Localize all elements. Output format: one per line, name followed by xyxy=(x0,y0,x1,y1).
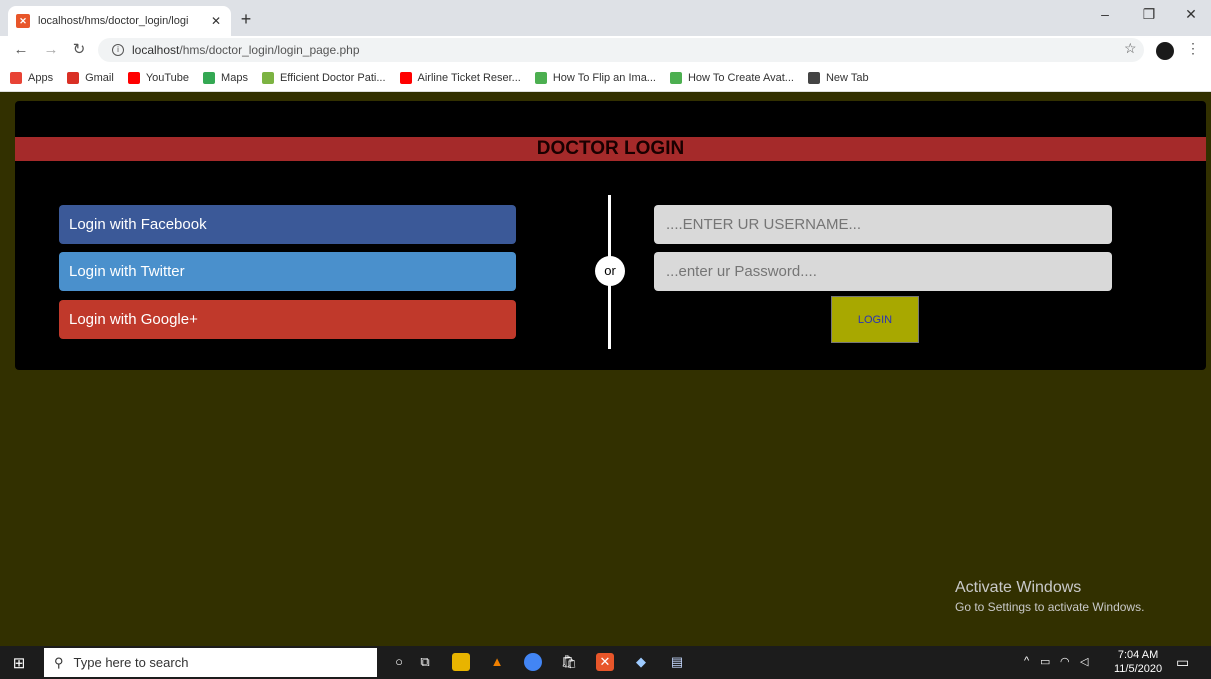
windows-taskbar: ⊞ ⚲ Type here to search ○ ⧉ ▲ 🛍 ✕ ◆ ▤ ^ … xyxy=(0,646,1211,679)
minimize-icon[interactable]: – xyxy=(1090,6,1120,22)
facebook-login-button[interactable]: Login with Facebook xyxy=(59,205,516,244)
clock-time: 7:04 AM xyxy=(1117,649,1159,661)
page-title: DOCTOR LOGIN xyxy=(15,137,1206,161)
taskbar-clock[interactable]: 7:04 AM 11/5/2020 xyxy=(1114,648,1162,676)
wifi-icon[interactable]: ◠ xyxy=(1060,655,1070,668)
maps-icon xyxy=(203,71,216,84)
restore-icon[interactable]: ❐ xyxy=(1134,6,1164,23)
bookmark-label: Airline Ticket Reser... xyxy=(417,71,521,84)
search-icon: ⚲ xyxy=(54,654,64,670)
profile-avatar[interactable] xyxy=(1156,42,1174,60)
bookmark-label: How To Flip an Ima... xyxy=(552,71,656,84)
bookmark-item[interactable]: How To Flip an Ima... xyxy=(534,71,656,84)
leaf-icon xyxy=(261,71,274,84)
xampp-icon[interactable]: ✕ xyxy=(596,653,614,671)
task-view-icon[interactable]: ⧉ xyxy=(416,653,434,671)
bookmark-label: YouTube xyxy=(145,71,190,84)
tab-title: localhost/hms/doctor_login/logi xyxy=(38,15,189,27)
reload-icon[interactable]: ↻ xyxy=(70,40,88,60)
windows-start-icon[interactable]: ⊞ xyxy=(10,654,28,672)
browser-tab[interactable]: ✕ localhost/hms/doctor_login/logi ✕ xyxy=(8,6,231,36)
login-panel: DOCTOR LOGIN Login with Facebook Login w… xyxy=(15,101,1206,370)
username-input[interactable] xyxy=(654,205,1112,244)
bookmark-item[interactable]: Airline Ticket Reser... xyxy=(399,71,521,84)
battery-icon[interactable]: ▭ xyxy=(1040,655,1050,668)
volume-icon[interactable]: ◁ xyxy=(1080,655,1088,668)
browser-toolbar: ← → ↻ i localhost/hms/doctor_login/login… xyxy=(0,36,1211,64)
site-icon xyxy=(534,71,547,84)
search-placeholder: Type here to search xyxy=(73,655,189,670)
gmail-icon xyxy=(67,71,80,84)
notepad-icon[interactable]: ▤ xyxy=(668,653,686,671)
xampp-favicon-icon: ✕ xyxy=(16,14,30,28)
url-text: localhost/hms/doctor_login/login_page.ph… xyxy=(132,43,360,57)
close-window-icon[interactable]: ✕ xyxy=(1176,6,1206,23)
bookmark-item[interactable]: Gmail xyxy=(67,71,114,84)
bookmark-label: How To Create Avat... xyxy=(687,71,794,84)
vlc-icon[interactable]: ▲ xyxy=(488,653,506,671)
tab-strip: ✕ localhost/hms/doctor_login/logi ✕ + – … xyxy=(0,0,1211,36)
or-separator: or xyxy=(595,256,625,286)
bookmark-item[interactable]: YouTube xyxy=(127,71,190,84)
youtube-icon xyxy=(399,71,412,84)
bookmark-item[interactable]: Efficient Doctor Pati... xyxy=(261,71,386,84)
chrome-icon[interactable] xyxy=(524,653,542,671)
info-icon[interactable]: i xyxy=(112,44,124,56)
password-input[interactable] xyxy=(654,252,1112,291)
close-tab-icon[interactable]: ✕ xyxy=(209,14,223,28)
bookmark-label: Apps xyxy=(28,71,54,84)
bookmark-item[interactable]: New Tab xyxy=(807,71,869,84)
bookmark-label: Gmail xyxy=(85,71,114,84)
bookmark-item[interactable]: How To Create Avat... xyxy=(669,71,794,84)
youtube-icon xyxy=(127,71,140,84)
twitter-login-button[interactable]: Login with Twitter xyxy=(59,252,516,291)
bookmark-label: Maps xyxy=(221,71,248,84)
forward-icon[interactable]: → xyxy=(42,40,60,60)
menu-dots-icon[interactable]: ⋮ xyxy=(1186,40,1200,57)
address-bar[interactable]: i localhost/hms/doctor_login/login_page.… xyxy=(98,38,1144,62)
globe-icon xyxy=(807,71,820,84)
bookmark-item[interactable]: Maps xyxy=(203,71,248,84)
cortana-icon[interactable]: ○ xyxy=(390,653,408,671)
google-login-button[interactable]: Login with Google+ xyxy=(59,300,516,339)
3d-box-icon[interactable]: ◆ xyxy=(632,653,650,671)
login-button[interactable]: LOGIN xyxy=(831,296,919,343)
bookmark-item[interactable]: Apps xyxy=(10,71,54,84)
notification-icon[interactable]: ▭ xyxy=(1176,654,1189,671)
store-icon[interactable]: 🛍 xyxy=(560,653,578,671)
clock-date: 11/5/2020 xyxy=(1114,663,1163,675)
watermark-subtitle: Go to Settings to activate Windows. xyxy=(955,600,1145,614)
back-icon[interactable]: ← xyxy=(12,40,30,60)
tray-chevron-icon[interactable]: ^ xyxy=(1024,655,1029,667)
apps-icon xyxy=(10,71,22,84)
taskbar-search-box[interactable]: ⚲ Type here to search xyxy=(44,648,377,677)
watermark-title: Activate Windows xyxy=(955,579,1082,596)
site-icon xyxy=(669,71,682,84)
page-content: DOCTOR LOGIN Login with Facebook Login w… xyxy=(0,93,1211,646)
bookmark-label: New Tab xyxy=(825,71,869,84)
activate-windows-watermark: Activate Windows Go to Settings to activ… xyxy=(955,579,1144,614)
new-tab-button[interactable]: + xyxy=(238,10,254,28)
bookmark-label: Efficient Doctor Pati... xyxy=(279,71,386,84)
bookmark-star-icon[interactable]: ☆ xyxy=(1124,40,1137,57)
file-explorer-icon[interactable] xyxy=(452,653,470,671)
bookmarks-bar: Apps Gmail YouTube Maps Efficient Doctor Pat… xyxy=(0,64,1211,92)
